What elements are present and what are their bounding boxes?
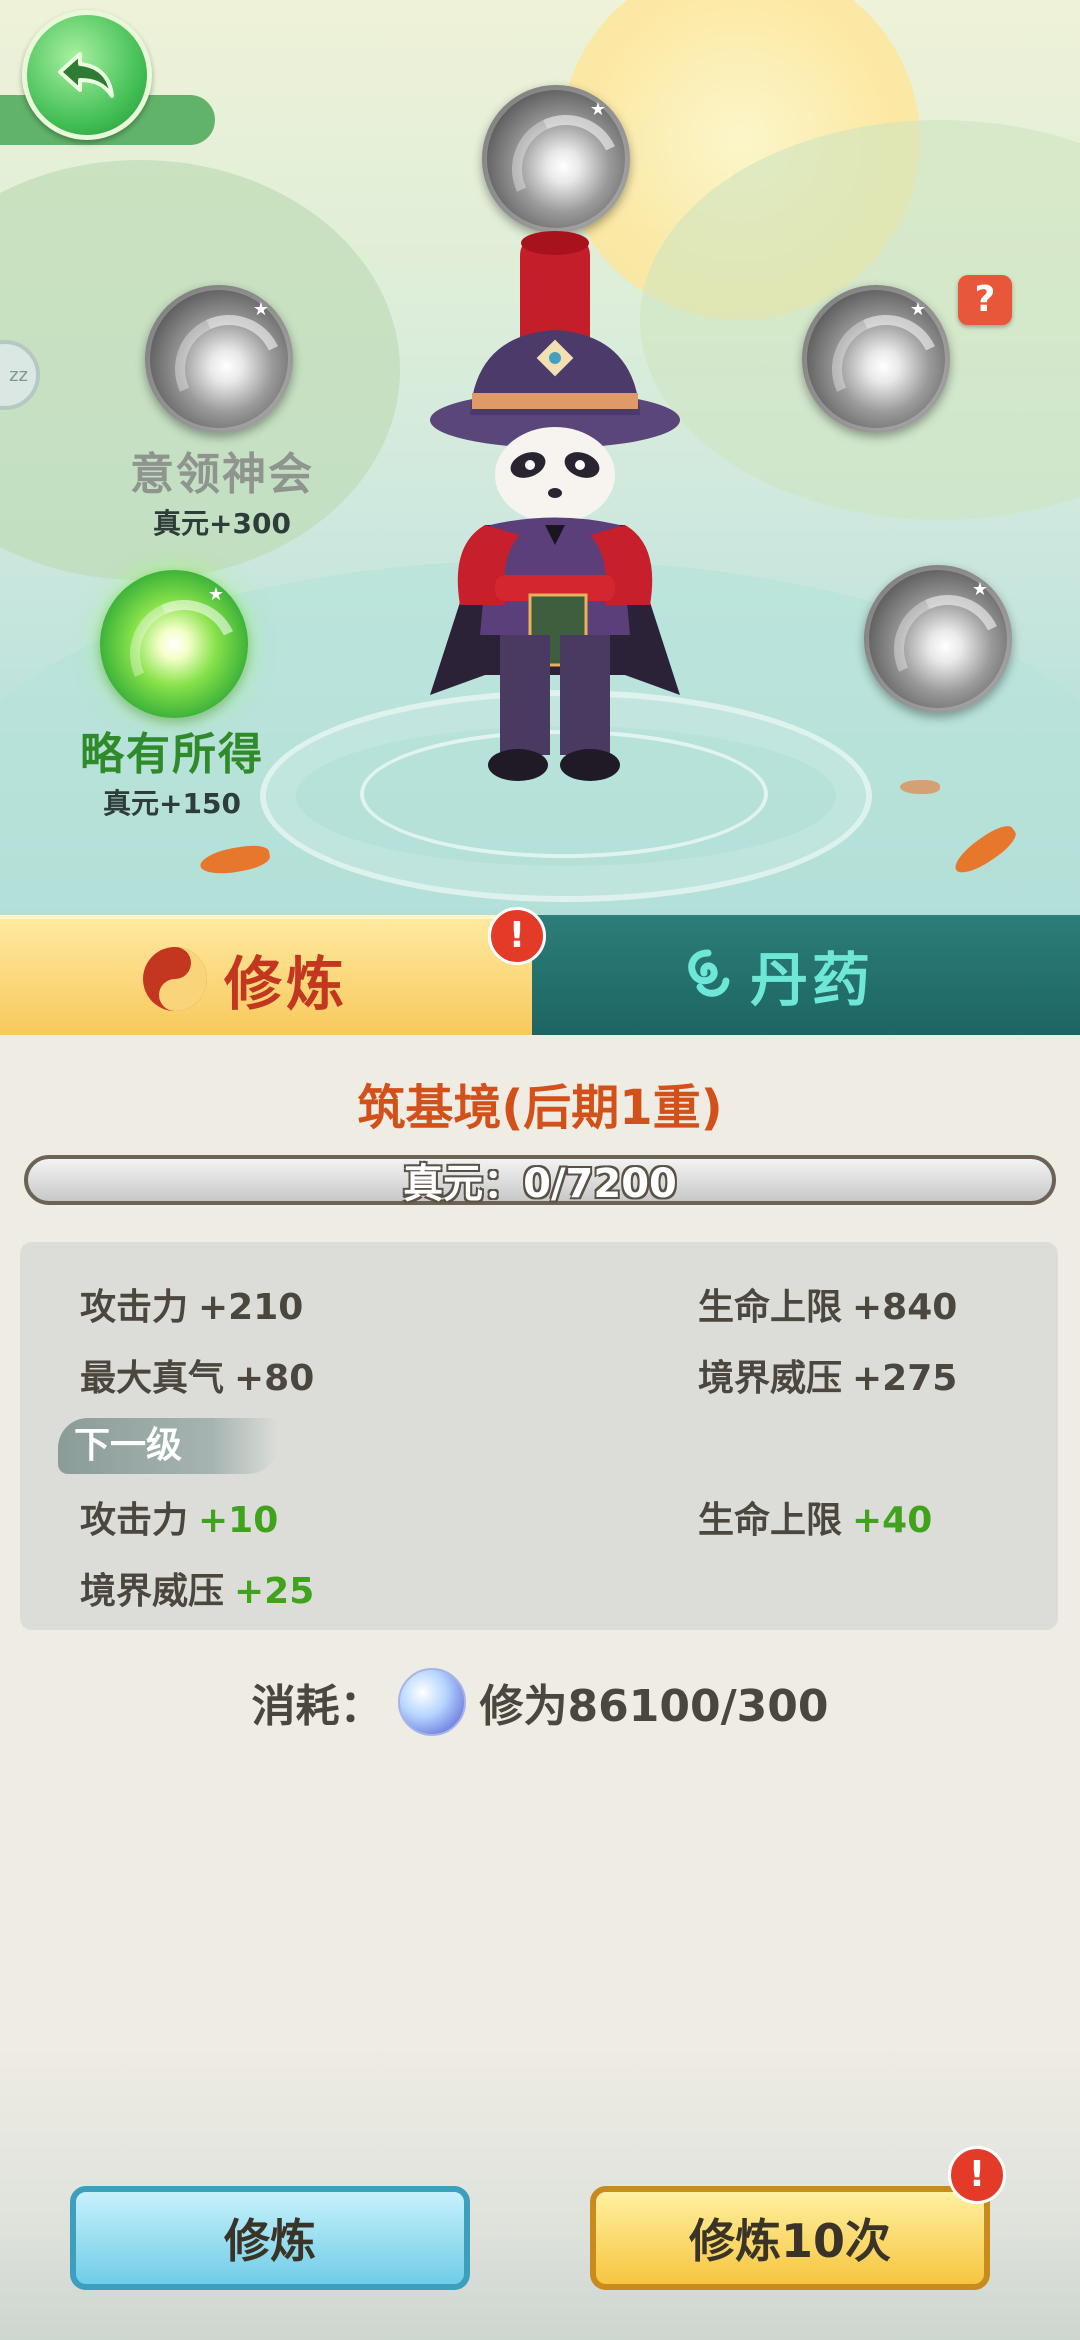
tab-cultivate[interactable]: 修炼 (0, 915, 532, 1035)
back-button[interactable] (22, 10, 152, 140)
stat-attack: 攻击力 +210 (80, 1287, 304, 1328)
orb-label-active: 略有所得 真元+150 (42, 718, 302, 822)
realm-title: 筑基境(后期1重) (357, 1080, 723, 1136)
help-button[interactable]: ? (958, 275, 1012, 325)
essence-progress-text: 真元：0/7200 (403, 1161, 677, 1207)
cost-label: 消耗： (251, 1681, 384, 1732)
next-level-tag: 下一级 (58, 1418, 278, 1474)
cultivation-orb-left-upper[interactable]: ★ (145, 285, 293, 433)
stat-max-hp: 生命上限 +840 (698, 1287, 958, 1328)
essence-progress-bar: 真元：0/7200 (24, 1155, 1056, 1207)
cultivation-orb-active[interactable]: ★ (100, 570, 248, 718)
next-stat-attack: 攻击力 +10 (80, 1500, 279, 1541)
tab-label-pills: 丹药 (750, 946, 875, 1014)
orb-bonus: 真元+150 (103, 787, 241, 820)
cost-row: 消耗： 修为86100/300 (0, 1668, 1080, 1736)
koi-fish (900, 780, 940, 794)
stat-max-qi: 最大真气 +80 (80, 1358, 315, 1399)
next-stat-realm-pressure: 境界威压 +25 (80, 1571, 315, 1612)
orb-bonus: 真元+300 (153, 507, 291, 540)
swirl-icon (688, 949, 730, 997)
cultivation-orb-right-upper[interactable]: ★ (802, 285, 950, 433)
tab-bar: 丹药 修炼 ! (0, 907, 1080, 1035)
next-stat-max-hp: 生命上限 +40 (698, 1500, 933, 1541)
stat-realm-pressure: 境界威压 +275 (698, 1358, 958, 1399)
yin-yang-icon (143, 947, 207, 1011)
tab-pills[interactable]: 丹药 (520, 915, 1080, 1035)
cultivation-point-icon (397, 1668, 466, 1736)
tab-label-cultivate: 修炼 (224, 950, 349, 1018)
cultivate-10-alert-badge: ! (948, 2146, 1006, 2204)
orb-label-upper: 意领神会 真元+300 (92, 438, 352, 542)
cultivation-orb-top[interactable]: ★ (482, 85, 630, 233)
panda-character (430, 231, 680, 781)
orb-name: 意领神会 (130, 449, 314, 500)
back-arrow-icon (58, 52, 114, 98)
cultivation-scene: zz ★ ★ ★ ★ ★ 意领神会 真元+300 略有所得 真元+150 ? (0, 0, 1080, 915)
cultivate-button[interactable]: 修炼 (70, 2186, 470, 2290)
cultivate-10-button[interactable]: 修炼10次 (590, 2186, 990, 2290)
orb-name: 略有所得 (80, 729, 264, 780)
cost-value: 修为86100/300 (479, 1681, 829, 1732)
tab-alert-badge: ! (488, 907, 546, 965)
cultivation-orb-right-lower[interactable]: ★ (864, 565, 1012, 713)
